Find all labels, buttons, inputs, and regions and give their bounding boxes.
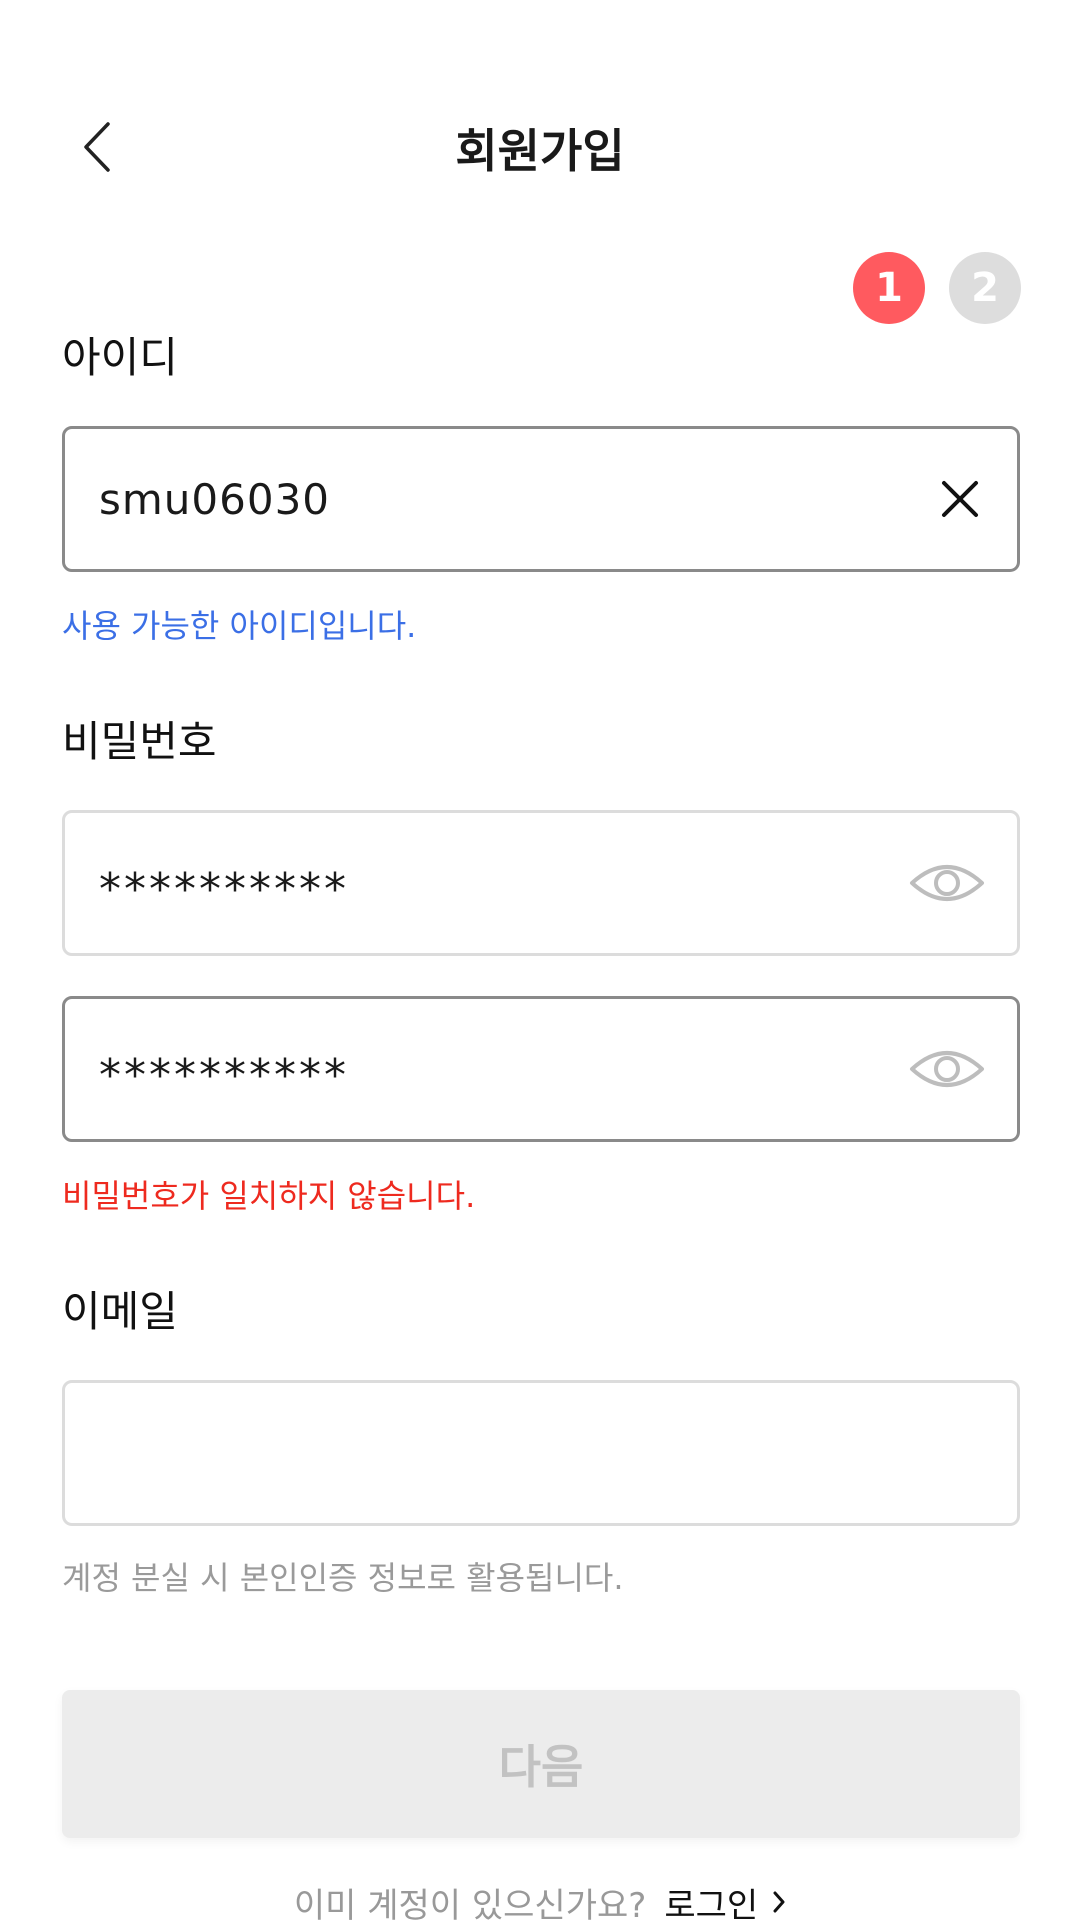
- id-input[interactable]: smu06030: [62, 426, 1020, 572]
- step-indicator-1: 1: [853, 252, 925, 324]
- close-icon: [942, 481, 978, 517]
- login-link[interactable]: 로그인: [664, 1878, 786, 1927]
- email-input[interactable]: [62, 1380, 1020, 1526]
- password-input[interactable]: **********: [62, 810, 1020, 956]
- login-link-label: 로그인: [664, 1885, 759, 1926]
- id-available-message: 사용 가능한 아이디입니다.: [62, 607, 417, 645]
- password-confirm-visibility-toggle[interactable]: [907, 999, 987, 1139]
- eye-icon: [910, 1051, 984, 1087]
- login-prompt-text: 이미 계정이 있으신가요?: [293, 1885, 647, 1926]
- id-input-value: smu06030: [99, 474, 331, 524]
- email-label: 이메일: [62, 1287, 178, 1336]
- password-confirm-value: **********: [99, 1049, 349, 1101]
- password-visibility-toggle[interactable]: [907, 813, 987, 953]
- id-label: 아이디: [62, 333, 178, 382]
- next-button[interactable]: 다음: [62, 1690, 1020, 1838]
- eye-icon: [910, 865, 984, 901]
- login-prompt: 이미 계정이 있으신가요? 로그인: [0, 1878, 1080, 1926]
- password-label: 비밀번호: [62, 717, 217, 766]
- password-mismatch-message: 비밀번호가 일치하지 않습니다.: [62, 1177, 476, 1215]
- step-indicator-2: 2: [949, 252, 1021, 324]
- email-hint-message: 계정 분실 시 본인인증 정보로 활용됩니다.: [62, 1559, 624, 1597]
- chevron-right-icon: [772, 1890, 786, 1914]
- password-confirm-input[interactable]: **********: [62, 996, 1020, 1142]
- clear-button[interactable]: [933, 429, 987, 569]
- page-title: 회원가입: [455, 124, 625, 178]
- password-input-value: **********: [99, 863, 349, 915]
